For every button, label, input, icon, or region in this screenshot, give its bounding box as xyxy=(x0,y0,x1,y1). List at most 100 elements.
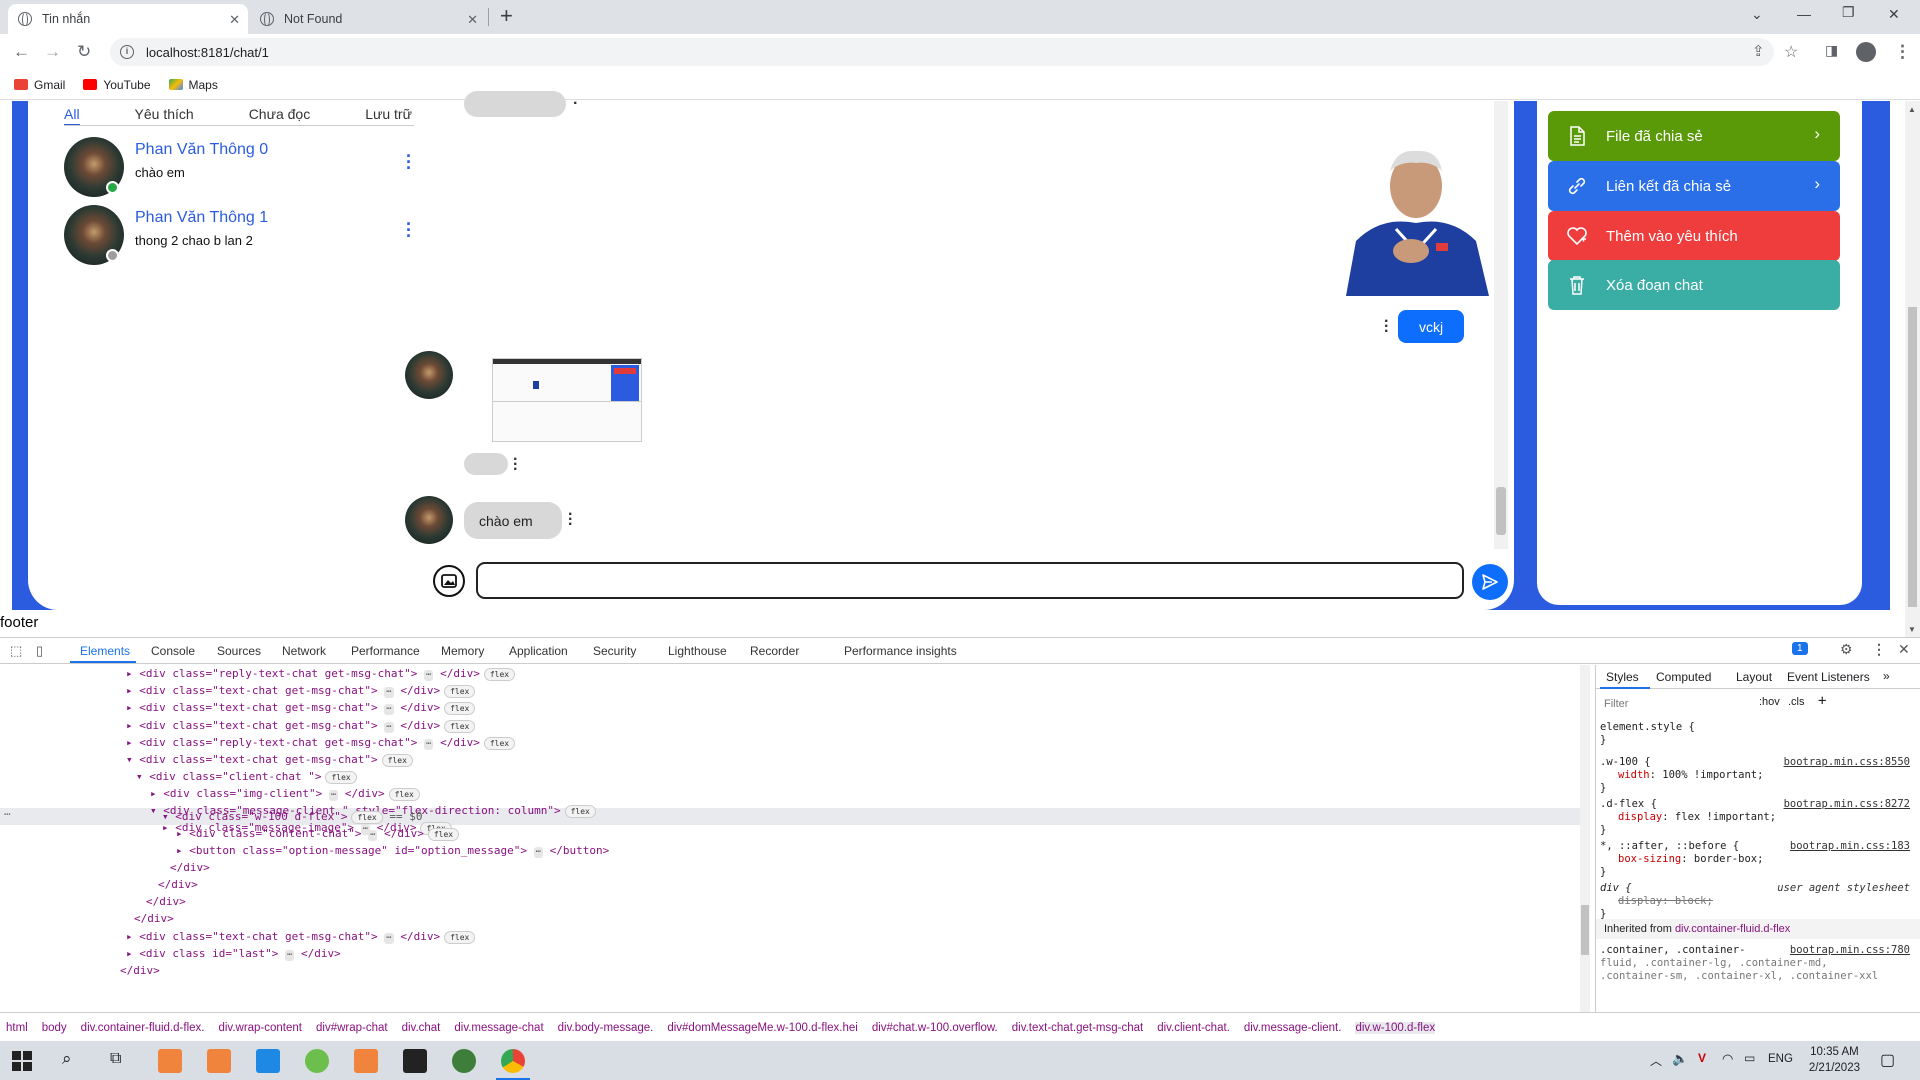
breadcrumb-item[interactable]: div#wrap-chat xyxy=(316,1022,388,1034)
app-icon[interactable] xyxy=(305,1049,329,1073)
breadcrumb-item[interactable]: body xyxy=(42,1022,67,1034)
dom-node[interactable]: ▸ <div class id="last"> ⋯ </div> xyxy=(126,945,341,962)
add-rule-icon[interactable]: + xyxy=(1818,693,1826,709)
shared-screenshot-thumbnail[interactable] xyxy=(492,358,642,442)
profile-avatar[interactable] xyxy=(1856,42,1876,62)
dom-node[interactable]: ▸ <div class="content-chat"> ⋯ </div> fle… xyxy=(176,825,460,842)
forward-icon[interactable]: → xyxy=(44,42,61,62)
breadcrumb-item[interactable]: html xyxy=(6,1022,28,1034)
window-close-button[interactable]: ✕ xyxy=(1888,6,1900,23)
more-options-icon[interactable]: · · · xyxy=(406,215,412,245)
breadcrumb-item[interactable]: div.client-chat. xyxy=(1157,1022,1230,1034)
conversation-item[interactable]: Phan Văn Thông 0 chào em · · · xyxy=(64,137,414,201)
tab-not-found[interactable]: Not Found ✕ xyxy=(250,4,486,34)
tab-lighthouse[interactable]: Lighthouse xyxy=(668,644,727,658)
message-options-icon[interactable]: · · · xyxy=(1384,314,1389,340)
breadcrumb-item[interactable]: div.chat xyxy=(402,1022,441,1034)
network-app-icon[interactable] xyxy=(452,1049,476,1073)
tab-computed[interactable]: Computed xyxy=(1656,670,1711,684)
delete-chat-button[interactable]: Xóa đoạn chat xyxy=(1548,260,1840,310)
tab-network[interactable]: Network xyxy=(282,644,326,658)
reload-icon[interactable]: ↻ xyxy=(77,42,91,62)
device-toolbar-icon[interactable]: ▯ xyxy=(36,643,43,659)
tab-tin-nhan[interactable]: Tin nhắn ✕ xyxy=(8,4,248,34)
inspect-element-icon[interactable]: ⬚ xyxy=(10,643,22,659)
shared-links-button[interactable]: Liên kết đã chia sẻ › xyxy=(1548,161,1840,211)
tab-elements[interactable]: Elements xyxy=(80,644,130,658)
volume-icon[interactable]: 🔈 xyxy=(1672,1051,1688,1067)
more-options-icon[interactable]: · · · xyxy=(406,147,412,177)
dom-node[interactable]: ▸ <div class="text-chat get-msg-chat"> ⋯… xyxy=(126,699,476,716)
new-tab-button[interactable]: + xyxy=(500,3,513,29)
breadcrumb-item[interactable]: div.body-message. xyxy=(558,1022,654,1034)
address-bar[interactable]: i localhost:8181/chat/1 xyxy=(110,38,1774,66)
add-favorite-button[interactable]: Thêm vào yêu thích xyxy=(1548,211,1840,261)
tab-sources[interactable]: Sources xyxy=(217,644,261,658)
scroll-up-arrow[interactable]: ▲ xyxy=(1908,105,1916,114)
send-button[interactable] xyxy=(1472,564,1508,600)
shared-files-button[interactable]: File đã chia sẻ › xyxy=(1548,111,1840,161)
battery-icon[interactable]: ▭ xyxy=(1744,1051,1755,1065)
tab-layout[interactable]: Layout xyxy=(1736,670,1772,684)
message-options-icon[interactable]: · · · xyxy=(568,507,573,533)
tab-application[interactable]: Application xyxy=(509,644,568,658)
breadcrumb-item[interactable]: div.container-fluid.d-flex. xyxy=(81,1022,205,1034)
language-indicator[interactable]: ENG xyxy=(1768,1053,1793,1065)
xampp-icon[interactable] xyxy=(158,1049,182,1073)
dom-node[interactable]: ▸ <div class="text-chat get-msg-chat"> ⋯… xyxy=(126,682,476,699)
dom-node[interactable]: ▸ <div class="img-client"> ⋯ </div> flex xyxy=(150,785,420,802)
terminal-icon[interactable] xyxy=(403,1049,427,1073)
tray-chevron-icon[interactable]: ︿ xyxy=(1650,1052,1662,1069)
xampp-icon[interactable] xyxy=(207,1049,231,1073)
settings-gear-icon[interactable]: ⚙ xyxy=(1840,641,1853,658)
dom-node[interactable]: ▸ <button class="option-message" id="opt… xyxy=(176,842,609,859)
close-devtools-icon[interactable]: ✕ xyxy=(1898,641,1910,658)
filter-all[interactable]: All xyxy=(64,106,80,126)
task-view-icon[interactable]: ⧉ xyxy=(110,1050,121,1068)
message-options-icon[interactable]: · · · xyxy=(513,452,518,478)
windows-start-icon[interactable] xyxy=(12,1051,32,1071)
dom-node[interactable]: ▸ <div class="text-chat get-msg-chat"> ⋯… xyxy=(126,717,476,734)
tab-event-listeners[interactable]: Event Listeners xyxy=(1787,670,1870,684)
vscode-icon[interactable] xyxy=(256,1049,280,1073)
back-icon[interactable]: ← xyxy=(13,42,30,62)
dom-scrollbar[interactable] xyxy=(1580,665,1590,1012)
dom-node[interactable]: ▸ <div class="reply-text-chat get-msg-ch… xyxy=(126,734,516,751)
share-icon[interactable]: ⇪ xyxy=(1752,42,1765,60)
css-declaration[interactable]: display: flex !important; xyxy=(1618,811,1776,823)
message-input[interactable] xyxy=(476,562,1464,599)
breadcrumb-item[interactable]: div.message-chat xyxy=(454,1022,543,1034)
minimize-button[interactable]: — xyxy=(1797,6,1811,22)
wifi-icon[interactable]: ◠ xyxy=(1722,1051,1733,1067)
css-declaration[interactable]: width: 100% !important; xyxy=(1618,769,1763,781)
dom-node[interactable]: ▾ <div class="text-chat get-msg-chat"> fl… xyxy=(126,751,413,768)
dom-node[interactable]: ▾ <div class="client-chat "> flex xyxy=(136,768,357,785)
cls-toggle[interactable]: .cls xyxy=(1788,696,1805,708)
page-scrollbar[interactable]: ▲ ▼ xyxy=(1905,101,1920,637)
scrollbar-thumb[interactable] xyxy=(1908,307,1917,607)
chrome-icon[interactable] xyxy=(501,1049,525,1073)
filter-favorites[interactable]: Yêu thích xyxy=(135,106,194,126)
filter-unread[interactable]: Chưa đọc xyxy=(249,106,311,126)
tab-performance[interactable]: Performance xyxy=(351,644,420,658)
maximize-button[interactable]: ❐ xyxy=(1842,4,1855,21)
scroll-down-arrow[interactable]: ▼ xyxy=(1908,625,1916,634)
breadcrumb-item-selected[interactable]: div.w-100.d-flex xyxy=(1355,1021,1436,1034)
xampp-icon[interactable] xyxy=(354,1049,378,1073)
tab-search-icon[interactable]: ⌄ xyxy=(1751,6,1763,23)
chat-scrollbar[interactable] xyxy=(1494,101,1508,549)
chrome-menu-icon[interactable]: ⋮ xyxy=(1894,42,1911,62)
breadcrumb-item[interactable]: div#chat.w-100.overflow. xyxy=(872,1022,998,1034)
tab-performance-insights[interactable]: Performance insights xyxy=(844,644,957,658)
bookmark-maps[interactable]: Maps xyxy=(168,78,218,92)
antivirus-icon[interactable]: V xyxy=(1698,1051,1706,1065)
dom-node[interactable]: ▸ <div class="text-chat get-msg-chat"> ⋯… xyxy=(126,928,476,945)
tab-recorder[interactable]: Recorder xyxy=(750,644,799,658)
css-declaration[interactable]: box-sizing: border-box; xyxy=(1618,853,1763,865)
search-icon[interactable]: ⌕ xyxy=(62,1049,72,1069)
message-options-icon[interactable]: · xyxy=(573,96,578,112)
conversation-item[interactable]: Phan Văn Thông 1 thong 2 chao b lan 2 · ·… xyxy=(64,205,414,269)
styles-filter-input[interactable]: Filter xyxy=(1604,695,1734,713)
site-info-icon[interactable]: i xyxy=(120,45,134,59)
scrollbar-thumb[interactable] xyxy=(1496,487,1506,535)
